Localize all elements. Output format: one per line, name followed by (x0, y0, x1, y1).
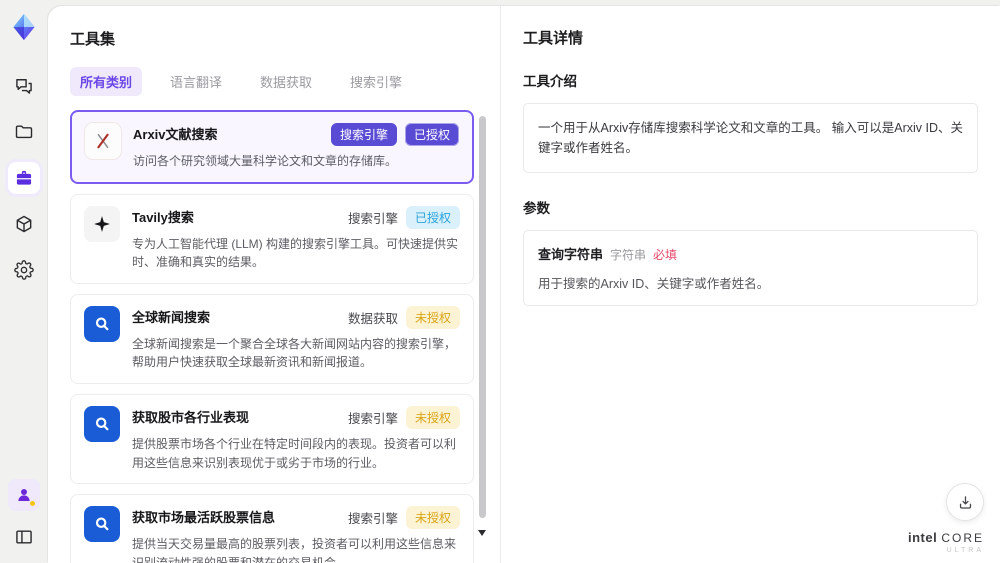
tab-data-fetch[interactable]: 数据获取 (250, 67, 322, 96)
param-type: 字符串 (610, 248, 647, 262)
intel-core-logo: intel CORE ULTRA (907, 530, 984, 555)
blue-search-logo-icon (84, 405, 120, 442)
sidebar-item-panel-toggle[interactable] (8, 521, 40, 553)
ultra-wordmark: ULTRA (946, 547, 984, 555)
tab-language-translation[interactable]: 语言翻译 (160, 67, 232, 96)
page-title: 工具集 (70, 31, 116, 48)
list-scrollbar-thumb[interactable] (479, 116, 486, 518)
intel-wordmark: intel (907, 530, 938, 546)
blue-search-logo-icon (84, 506, 120, 543)
param-name: 查询字符串 (538, 247, 604, 262)
auth-badge: 未授权 (405, 305, 460, 329)
param-description: 用于搜索的Arxiv ID、关键字或作者姓名。 (538, 277, 770, 291)
core-wordmark: CORE (941, 531, 984, 546)
tool-title: 全球新闻搜索 (132, 309, 211, 325)
tool-title: Tavily搜索 (132, 209, 194, 225)
tool-card-tavily[interactable]: Tavily搜索 搜索引擎 已授权 专为人工智能代理 (LLM) 构建的搜索引擎… (70, 193, 474, 284)
auth-badge: 已授权 (405, 205, 460, 229)
tool-description: 全球新闻搜索是一个聚合全球各大新闻网站内容的搜索引擎，帮助用户快速获取全球最新资… (132, 336, 457, 370)
download-button[interactable] (946, 483, 984, 521)
main-panel: 工具集 所有类别 语言翻译 数据获取 搜索引擎 Arxiv文献搜索 搜索引擎 已… (48, 6, 1000, 563)
param-required-badge: 必填 (653, 248, 678, 262)
tool-title: 获取股市各行业表现 (132, 409, 250, 425)
tool-description: 提供股票市场各个行业在特定时间段内的表现。投资者可以利用这些信息来识别表现优于或… (132, 436, 457, 470)
category-badge: 数据获取 (347, 311, 398, 326)
tool-description: 专为人工智能代理 (LLM) 构建的搜索引擎工具。可快速提供实时、准确和真实的结… (132, 236, 459, 270)
tools-list-panel: 工具集 所有类别 语言翻译 数据获取 搜索引擎 Arxiv文献搜索 搜索引擎 已… (48, 6, 500, 563)
cube-icon (16, 215, 32, 233)
download-icon (959, 495, 971, 509)
briefcase-icon (16, 170, 32, 185)
sidebar-item-files[interactable] (8, 116, 40, 148)
tool-description: 访问各个研究领域大量科学论文和文章的存储库。 (133, 154, 398, 168)
blue-search-logo-icon (84, 305, 120, 342)
chat-icon (16, 79, 32, 94)
tool-card-sector-performance[interactable]: 获取股市各行业表现 搜索引擎 未授权 提供股票市场各个行业在特定时间段内的表现。… (70, 393, 474, 485)
rail-bottom (8, 479, 40, 553)
tool-title: 获取市场最活跃股票信息 (132, 510, 276, 526)
sidebar-item-account[interactable] (8, 479, 40, 511)
arxiv-logo-icon (85, 123, 121, 159)
parameter-item: 查询字符串 字符串 必填 用于搜索的Arxiv ID、关键字或作者姓名。 (523, 230, 978, 306)
tool-title: Arxiv文献搜索 (133, 127, 218, 142)
folder-icon (15, 125, 33, 139)
sidebar-item-toolbox[interactable] (8, 162, 40, 194)
category-tabs: 所有类别 语言翻译 数据获取 搜索引擎 (70, 67, 486, 96)
parameter-header: 查询字符串 字符串 必填 (538, 244, 963, 264)
tool-card-global-news[interactable]: 全球新闻搜索 数据获取 未授权 全球新闻搜索是一个聚合全球各大新闻网站内容的搜索… (70, 293, 474, 384)
category-badge: 搜索引擎 (330, 123, 397, 146)
category-badge: 搜索引擎 (347, 211, 398, 226)
scroll-down-arrow[interactable] (478, 530, 486, 536)
params-heading: 参数 (523, 201, 550, 216)
tool-description: 提供当天交易量最高的股票列表，投资者可以利用这些信息来识别流动性强的股票和潜在的… (132, 537, 457, 563)
tool-detail-panel: 工具详情 工具介绍 一个用于从Arxiv存储库搜索科学论文和文章的工具。 输入可… (500, 6, 1000, 563)
detail-title: 工具详情 (523, 30, 584, 47)
gear-icon (14, 260, 34, 280)
tool-card-active-stocks[interactable]: 获取市场最活跃股票信息 搜索引擎 未授权 提供当天交易量最高的股票列表，投资者可… (70, 494, 474, 563)
left-rail (0, 0, 48, 563)
sidebar-item-chat[interactable] (8, 70, 40, 102)
auth-badge: 未授权 (405, 506, 460, 530)
tavily-star-icon (84, 205, 120, 242)
auth-badge: 已授权 (404, 123, 459, 146)
intro-heading: 工具介绍 (523, 74, 577, 89)
category-badge: 搜索引擎 (347, 411, 398, 426)
panel-layout-icon (16, 530, 32, 544)
sidebar-item-settings[interactable] (8, 254, 40, 286)
tools-list: Arxiv文献搜索 搜索引擎 已授权 访问各个研究领域大量科学论文和文章的存储库… (70, 110, 486, 563)
tab-all-categories[interactable]: 所有类别 (70, 67, 143, 96)
category-badge: 搜索引擎 (347, 512, 398, 527)
tool-card-arxiv[interactable]: Arxiv文献搜索 搜索引擎 已授权 访问各个研究领域大量科学论文和文章的存储库… (70, 110, 474, 184)
auth-badge: 未授权 (405, 405, 460, 429)
user-status-dot (30, 501, 35, 506)
app-logo (13, 13, 35, 41)
rail-nav (8, 70, 40, 286)
sidebar-item-models[interactable] (8, 208, 40, 240)
intro-text: 一个用于从Arxiv存储库搜索科学论文和文章的工具。 输入可以是Arxiv ID… (523, 103, 978, 173)
tab-search-engine[interactable]: 搜索引擎 (340, 67, 412, 96)
